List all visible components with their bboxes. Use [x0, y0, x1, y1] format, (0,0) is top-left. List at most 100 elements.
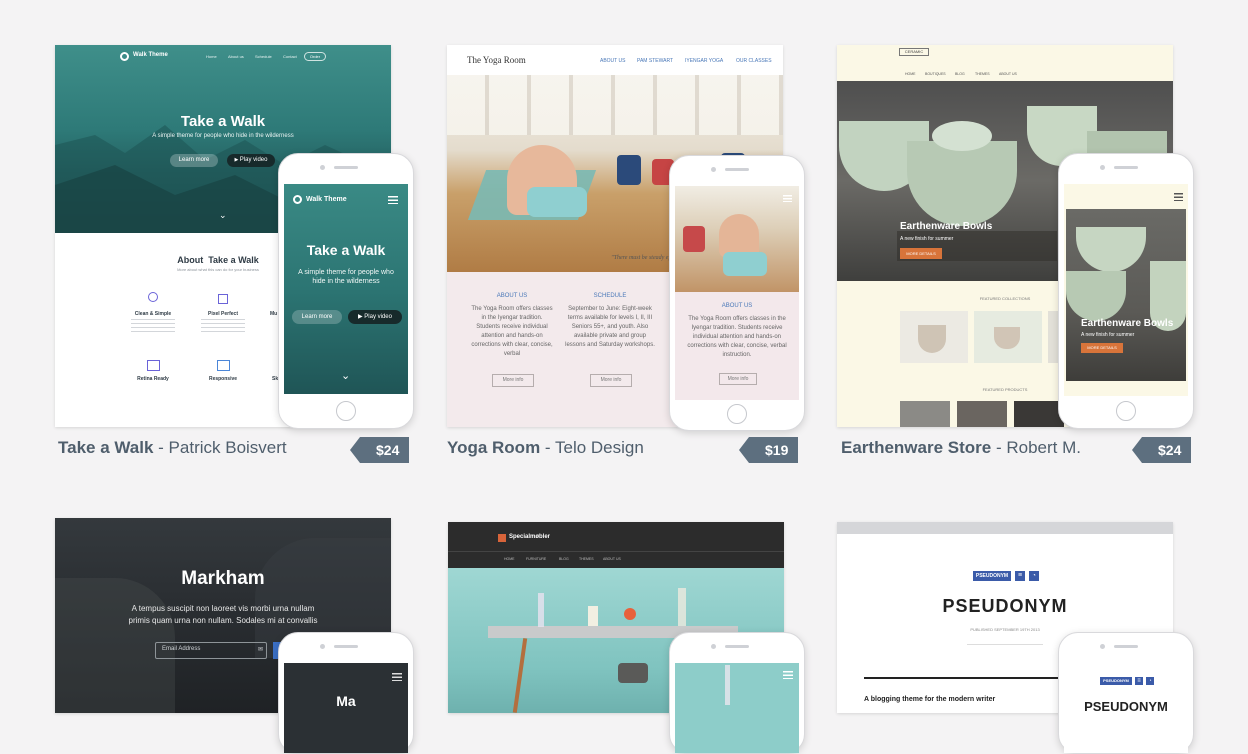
hero-subtitle: A new finish for summer: [900, 236, 954, 242]
phone-speaker: [725, 645, 749, 648]
mobile-chevron-down-icon[interactable]: ⌄: [341, 369, 350, 382]
nav-contact[interactable]: Contact: [283, 54, 297, 59]
schedule-heading: SCHEDULE: [593, 293, 627, 299]
hero-subtitle: A simple theme for people who hide in th…: [152, 133, 294, 139]
about-text: The Yoga Room offers classes in the Iyen…: [471, 306, 553, 357]
collection-cup-2[interactable]: [974, 311, 1042, 363]
nav-home[interactable]: Home: [206, 54, 217, 59]
mobile-screen: Ma: [284, 663, 408, 753]
brand: The Yoga Room: [467, 55, 526, 65]
theme-title[interactable]: Take a Walk: [58, 438, 153, 457]
nav-about[interactable]: ABOUT US: [603, 557, 621, 561]
schedule-text: September to June: Eight-week terms avai…: [565, 306, 655, 348]
nav-boutiques[interactable]: BOUTIQUES: [925, 72, 946, 76]
mobile-brand: Walk Theme: [306, 196, 347, 203]
feature-clean-simple: Clean & Simple: [134, 311, 172, 317]
mobile-hamburger-icon[interactable]: [392, 673, 402, 681]
about-heading: ABOUT US: [496, 293, 528, 299]
nav-schedule[interactable]: Schedule: [255, 54, 272, 59]
mobile-hero-photo: [1066, 209, 1186, 381]
play-video-button[interactable]: ▶ Play video: [227, 154, 275, 167]
nav-home[interactable]: HOME: [905, 72, 916, 76]
theme-author[interactable]: Telo Design: [555, 438, 644, 457]
mobile-hamburger-icon[interactable]: [783, 671, 793, 679]
email-input[interactable]: Email Address ✉: [155, 642, 267, 659]
clean-simple-icon: [148, 292, 158, 302]
theme-meta[interactable]: Yoga Room - Telo Design: [447, 438, 644, 458]
more-info-button-1[interactable]: More info: [492, 374, 534, 387]
mobile-screen: PSEUDONYM ≡ ◔ PSEUDONYM: [1064, 663, 1188, 753]
menu-icon[interactable]: ≡: [1015, 571, 1025, 581]
mobile-screen: [675, 663, 799, 753]
product-thumb-3[interactable]: [1014, 401, 1064, 427]
price-tag: $24: [349, 437, 410, 463]
hero-text: A tempus suscipit non laoreet vis morbi …: [128, 604, 318, 625]
email-icon: ✉: [257, 647, 263, 653]
play-video-label: Play video: [239, 157, 268, 163]
phone-camera: [711, 644, 716, 649]
hero-title: Take a Walk: [180, 113, 266, 130]
mobile-learn-more-button[interactable]: Learn more: [292, 310, 342, 324]
more-info-button-2[interactable]: More info: [590, 374, 632, 387]
mobile-screen: Earthenware Bowls A new finish for summe…: [1064, 184, 1188, 396]
mobile-screen: ABOUT US The Yoga Room offers classes in…: [675, 186, 799, 400]
feature-mu: Mu: [270, 311, 278, 317]
nav-furniture[interactable]: FURNITURE: [526, 557, 546, 561]
product-thumb-2[interactable]: [957, 401, 1007, 427]
site-topbar: [837, 522, 1173, 534]
nav-classes[interactable]: OUR CLASSES: [736, 58, 772, 64]
learn-more-button[interactable]: Learn more: [170, 154, 218, 167]
collection-cup-1[interactable]: [900, 311, 968, 363]
nav-about[interactable]: ABOUT US: [999, 72, 1017, 76]
mobile-play-video-button[interactable]: ▶ Play video: [348, 310, 402, 324]
mobile-rss-icon[interactable]: ◔: [1146, 677, 1154, 685]
nav-themes[interactable]: THEMES: [579, 557, 594, 561]
section-rule: [864, 677, 1064, 679]
mobile-menu-icon[interactable]: ≡: [1135, 677, 1143, 685]
theme-title[interactable]: Earthenware Store: [841, 438, 991, 457]
mobile-preview[interactable]: Earthenware Bowls A new finish for summe…: [1058, 153, 1194, 429]
mobile-more-info-button[interactable]: More info: [719, 373, 757, 385]
mobile-header-badge[interactable]: PSEUDONYM: [1100, 677, 1132, 685]
hero-more-details-button[interactable]: MORE DETAILS: [900, 248, 942, 259]
nav-themes[interactable]: THEMES: [975, 72, 990, 76]
product-thumb-1[interactable]: [900, 401, 950, 427]
site-header: CERAMIC HOME BOUTIQUES BLOG THEMES ABOUT…: [837, 45, 1173, 79]
mobile-site-title: PSEUDONYM: [1084, 699, 1168, 714]
nav-iyengar[interactable]: IYENGAR YOGA: [685, 58, 723, 64]
site-header: Specialmøbler HOME FURNITURE BLOG THEMES…: [448, 522, 784, 568]
phone-speaker: [1114, 166, 1138, 169]
mobile-screen: Walk Theme Take a Walk A simple theme fo…: [284, 184, 408, 394]
theme-title[interactable]: Yoga Room: [447, 438, 540, 457]
theme-meta[interactable]: Earthenware Store - Robert M.: [841, 438, 1081, 458]
phone-home-button: [1116, 401, 1136, 421]
theme-meta[interactable]: Take a Walk - Patrick Boisvert: [58, 438, 287, 458]
theme-author[interactable]: Patrick Boisvert: [169, 438, 287, 457]
rss-icon[interactable]: ◔: [1029, 571, 1039, 581]
phone-camera: [711, 167, 716, 172]
nav-home[interactable]: HOME: [504, 557, 515, 561]
mobile-more-details-button[interactable]: MORE DETAILS: [1081, 343, 1123, 353]
nav-about[interactable]: ABOUT US: [600, 58, 625, 64]
mobile-hamburger-icon[interactable]: [783, 195, 792, 202]
mobile-hamburger-icon[interactable]: [1174, 193, 1183, 201]
mobile-preview[interactable]: Walk Theme Take a Walk A simple theme fo…: [278, 153, 414, 429]
nav-order-button[interactable]: Order: [304, 52, 326, 61]
header-badge[interactable]: PSEUDONYM: [973, 571, 1011, 581]
theme-author[interactable]: Robert M.: [1006, 438, 1081, 457]
mobile-play-label: Play video: [364, 314, 392, 320]
nav-blog[interactable]: BLOG: [559, 557, 569, 561]
nav-blog[interactable]: BLOG: [955, 72, 965, 76]
hamburger-menu-icon[interactable]: [388, 196, 398, 204]
mobile-preview[interactable]: PSEUDONYM ≡ ◔ PSEUDONYM: [1058, 632, 1194, 754]
email-placeholder: Email Address: [162, 646, 201, 652]
site-header: The Yoga Room ABOUT US PAM STEWART IYENG…: [447, 45, 783, 75]
hero-title: Earthenware Bowls: [900, 221, 993, 232]
nav-pam[interactable]: PAM STEWART: [637, 58, 673, 64]
tagline: A blogging theme for the modern writer: [864, 696, 996, 703]
nav-about[interactable]: About us: [228, 54, 244, 59]
mobile-preview[interactable]: [669, 632, 805, 754]
mobile-preview[interactable]: Ma: [278, 632, 414, 754]
mobile-preview[interactable]: ABOUT US The Yoga Room offers classes in…: [669, 155, 805, 431]
chevron-down-icon[interactable]: ⌄: [219, 210, 227, 221]
